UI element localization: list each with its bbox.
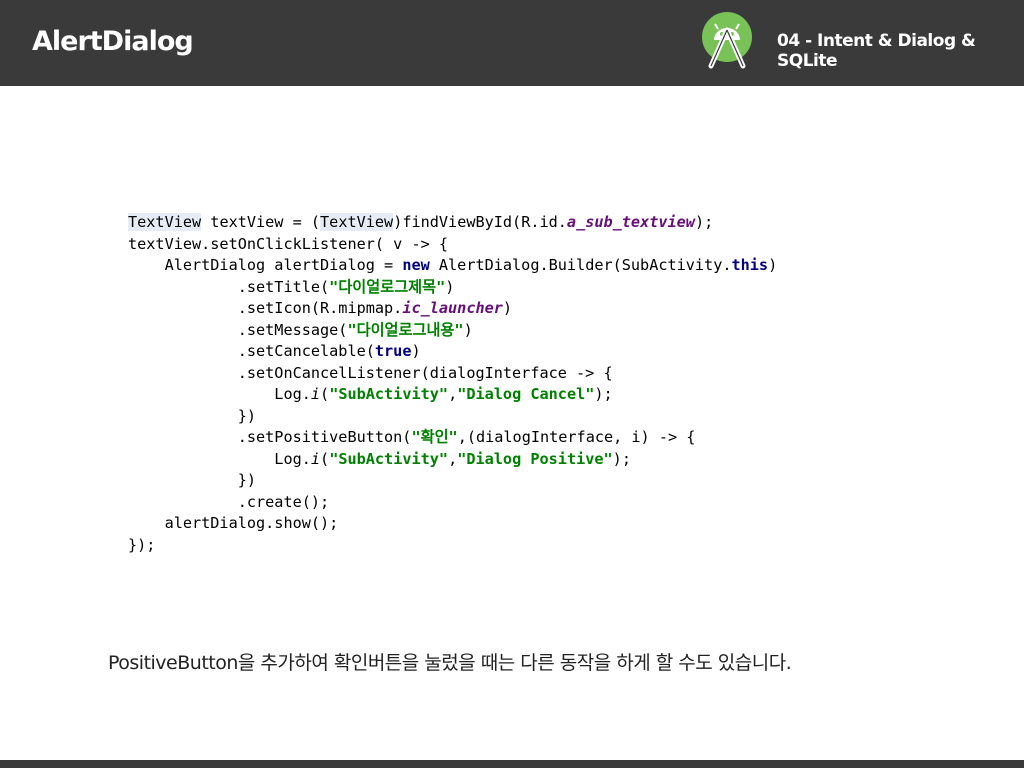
code-token: i (310, 449, 321, 468)
code-token: }); (128, 535, 156, 554)
code-token: .setOnCancelListener(dialogInterface -> … (128, 363, 613, 382)
code-token: .setTitle( (128, 277, 330, 296)
code-token: TextView (128, 213, 202, 231)
code-line: textView.setOnClickListener( v -> { (128, 234, 777, 256)
code-line: Log.i("SubActivity","Dialog Cancel"); (128, 384, 777, 406)
code-token: textView = ( (201, 213, 321, 231)
code-token: a_sub_textview (566, 213, 695, 231)
slide-title: AlertDialog (32, 26, 194, 57)
android-studio-icon (702, 12, 752, 69)
code-token: ); (694, 213, 714, 231)
code-token: "다이얼로그제목" (329, 277, 446, 296)
code-line: }) (128, 406, 777, 428)
code-line: .setPositiveButton("확인",(dialogInterface… (128, 427, 777, 449)
code-token: )findViewById(R.id. (393, 213, 567, 231)
code-token: new (402, 256, 430, 274)
code-token: Log. (128, 449, 311, 468)
code-token: ) (411, 342, 421, 360)
code-line: alertDialog.show(); (128, 513, 777, 535)
code-token: "확인" (411, 428, 458, 446)
code-line: .setIcon(R.mipmap.ic_launcher) (128, 298, 777, 320)
code-token: alertDialog.show(); (128, 514, 339, 532)
code-token: .create(); (128, 492, 330, 511)
code-token: ); (594, 385, 613, 403)
code-token: , (448, 385, 458, 403)
code-token: ic_launcher (402, 299, 503, 317)
code-token: .setCancelable( (128, 342, 375, 360)
code-line: TextView textView = (TextView)findViewBy… (128, 212, 777, 234)
code-token: ) (463, 320, 473, 339)
code-token: ) (502, 299, 513, 317)
code-token: }) (128, 406, 257, 425)
code-token: "다이얼로그내용" (347, 320, 464, 339)
code-token: AlertDialog.Builder(SubActivity. (429, 256, 732, 274)
code-token: "SubActivity" (329, 449, 449, 468)
code-line: Log.i("SubActivity","Dialog Positive"); (128, 449, 777, 471)
code-token: }) (128, 471, 257, 489)
code-token: "SubActivity" (329, 385, 449, 403)
code-line: .create(); (128, 492, 777, 514)
code-token: ( (320, 449, 330, 468)
slide-caption: PositiveButton을 추가하여 확인버튼을 눌렀을 때는 다른 동작을… (108, 652, 792, 674)
code-line: AlertDialog alertDialog = new AlertDialo… (128, 255, 778, 277)
code-token: ); (612, 449, 631, 468)
code-token: AlertDialog alertDialog = (128, 256, 403, 274)
code-token: this (731, 256, 769, 274)
code-token: true (374, 342, 412, 360)
code-token: ( (320, 385, 330, 403)
code-token: ,(dialogInterface, i) -> { (457, 428, 696, 446)
code-line: .setCancelable(true) (128, 341, 777, 363)
code-token: "Dialog Cancel" (457, 385, 595, 403)
code-line: .setOnCancelListener(dialogInterface -> … (128, 363, 777, 385)
code-line: .setMessage("다이얼로그내용") (128, 320, 777, 342)
slide-header: AlertDialog 04 - Intent & Dialog & SQLit… (0, 0, 1024, 86)
code-token: TextView (320, 213, 394, 231)
code-token: Log. (128, 385, 311, 403)
code-block: TextView textView = (TextView)findViewBy… (128, 212, 777, 556)
code-line: .setTitle("다이얼로그제목") (128, 277, 777, 299)
slide-footer-bar (0, 760, 1024, 768)
code-token: ) (768, 256, 778, 274)
code-token: textView.setOnClickListener( v -> { (128, 234, 449, 253)
chapter-label: 04 - Intent & Dialog & SQLite (777, 31, 976, 71)
code-token: "Dialog Positive" (457, 449, 613, 468)
code-token: .setIcon(R.mipmap. (128, 299, 403, 317)
code-line: }); (128, 535, 777, 557)
code-token: ) (445, 277, 455, 296)
code-token: , (448, 449, 458, 468)
code-line: }) (128, 470, 777, 492)
code-token: i (310, 385, 321, 403)
code-token: .setMessage( (128, 320, 348, 339)
code-token: .setPositiveButton( (128, 428, 412, 446)
